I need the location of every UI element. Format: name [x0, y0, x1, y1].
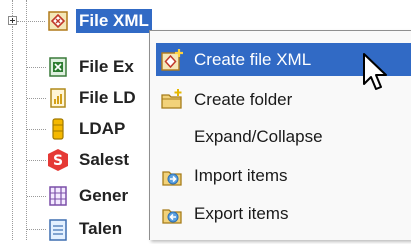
- ldap-icon: [46, 117, 70, 141]
- tree-connector-horizontal: [27, 196, 46, 197]
- export-icon: [160, 202, 184, 226]
- menu-item-icon-placeholder: [160, 125, 184, 149]
- xml-file-icon: [46, 9, 70, 33]
- tree-node-label: Gener: [79, 186, 129, 205]
- tree-expand-toggle[interactable]: [8, 16, 17, 25]
- tree-node-label: File Ex: [79, 57, 134, 76]
- create-xml-icon: [160, 48, 184, 72]
- menu-item-label: Expand/Collapse: [194, 126, 323, 146]
- tree-connector-horizontal: [27, 160, 46, 161]
- folder-icon: [160, 88, 184, 112]
- tree-connector-horizontal: [17, 21, 45, 22]
- salesforce-icon: S: [46, 148, 70, 172]
- tree-node-ldap[interactable]: LDAP: [46, 114, 128, 144]
- tree-node-file-excel[interactable]: File Ex: [46, 52, 137, 82]
- menu-item-label: Create file XML: [194, 49, 312, 69]
- tree-connector-horizontal: [27, 98, 46, 99]
- tree-node-salesforce[interactable]: S Salest: [46, 145, 132, 175]
- tree-node-label: File XML: [76, 9, 152, 33]
- menu-item-import-items[interactable]: Import items: [156, 159, 411, 192]
- mouse-pointer-icon: [362, 52, 392, 96]
- import-icon: [160, 164, 184, 188]
- tree-node-file-xml[interactable]: File XML: [46, 6, 152, 36]
- tree-node-label: Salest: [79, 150, 130, 169]
- menu-item-label: Import items: [194, 165, 288, 185]
- menu-item-export-items[interactable]: Export items: [156, 197, 411, 230]
- tree-node-label: LDAP: [79, 119, 126, 138]
- tree-connector-vertical-root: [12, 0, 13, 16]
- menu-item-label: Export items: [194, 203, 289, 223]
- tree-node-label: File LD: [79, 88, 136, 107]
- tree-node-label: Talen: [79, 219, 123, 238]
- menu-item-expand-collapse[interactable]: Expand/Collapse: [156, 120, 411, 153]
- tree-connector-vertical-root: [12, 26, 13, 240]
- tree-connector-horizontal: [27, 129, 46, 130]
- tree-node-generic-schema[interactable]: Gener: [46, 181, 131, 211]
- tree-connector-horizontal: [27, 229, 46, 230]
- excel-file-icon: [46, 55, 70, 79]
- svg-text:S: S: [53, 153, 63, 169]
- ldif-file-icon: [46, 86, 70, 110]
- tree-node-file-ldif[interactable]: File LD: [46, 83, 139, 113]
- tree-connector-horizontal: [27, 67, 46, 68]
- talend-doc-icon: [46, 217, 70, 241]
- tree-connector-vertical: [26, 0, 27, 240]
- generic-schema-icon: [46, 184, 70, 208]
- menu-item-label: Create folder: [194, 89, 293, 109]
